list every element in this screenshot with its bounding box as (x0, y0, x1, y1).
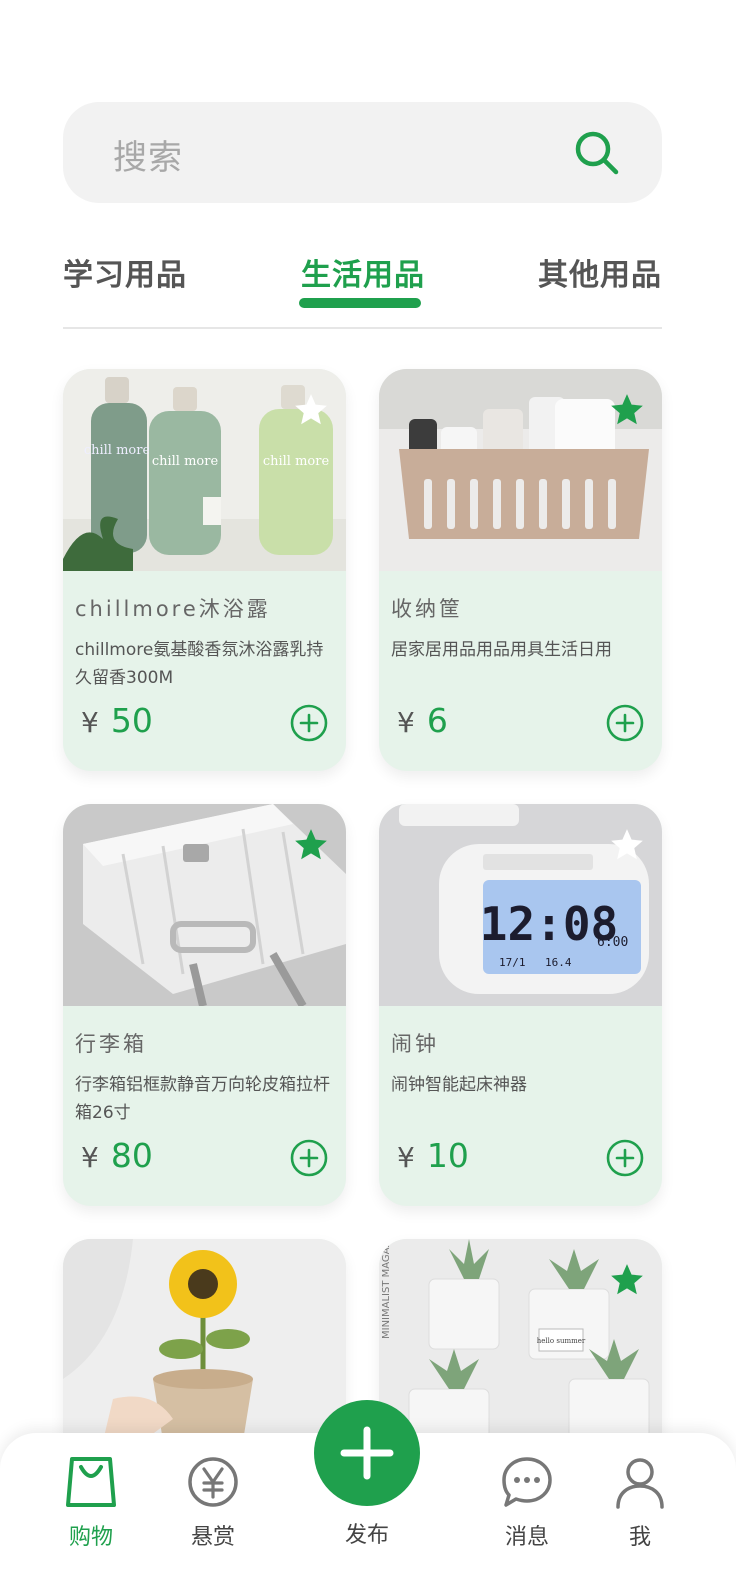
svg-text:chill more: chill more (263, 454, 330, 469)
add-to-cart-icon[interactable] (606, 704, 644, 742)
nav-label-publish: 发布 (344, 1523, 389, 1548)
shopping-bag-icon (66, 1457, 116, 1507)
product-card[interactable]: 收纳筐 居家居用品用品用具生活日用 ¥6 (379, 369, 662, 771)
favorite-star-icon[interactable] (608, 391, 646, 429)
svg-text:chill more: chill more (84, 443, 151, 458)
chat-bubble-icon (502, 1457, 552, 1507)
price-value: 6 (426, 701, 448, 740)
svg-text:hello summer: hello summer (537, 1337, 586, 1345)
tab-daily-supplies[interactable]: 生活用品 (301, 250, 425, 294)
svg-text:MINIMALIST MAGAZINE: MINIMALIST MAGAZINE (381, 1239, 392, 1339)
currency-symbol: ¥ (397, 706, 415, 739)
tab-other-supplies[interactable]: 其他用品 (538, 250, 662, 294)
product-description: 闹钟智能起床神器 (391, 1075, 527, 1095)
product-description: chillmore氨基酸香氛沐浴露乳持久留香300M (75, 640, 324, 688)
product-title: 闹钟 (391, 1032, 439, 1056)
product-price: ¥50 (81, 701, 153, 740)
product-title: 收纳筐 (391, 597, 463, 621)
search-icon[interactable] (572, 128, 622, 178)
product-image (63, 1239, 346, 1441)
product-title: 行李箱 (75, 1032, 147, 1056)
publish-button[interactable] (314, 1400, 420, 1506)
product-card[interactable]: 行李箱 行李箱铝框款静音万向轮皮箱拉杆箱26寸 ¥80 (63, 804, 346, 1206)
product-title: chillmore沐浴露 (75, 597, 271, 621)
nav-bounty[interactable]: 悬赏 (163, 1455, 263, 1551)
svg-text:17/1: 17/1 (499, 956, 526, 969)
product-price: ¥80 (81, 1136, 153, 1175)
svg-text:chill more: chill more (152, 454, 219, 469)
nav-label: 我 (628, 1525, 651, 1550)
add-to-cart-icon[interactable] (290, 704, 328, 742)
currency-symbol: ¥ (397, 1141, 415, 1174)
svg-text:16.4: 16.4 (545, 956, 572, 969)
search-placeholder: 搜索 (113, 138, 183, 178)
product-card[interactable]: 12:08 17/1 16.4 6:00 闹钟 闹钟智能起床神器 ¥10 (379, 804, 662, 1206)
product-description: 居家居用品用品用具生活日用 (391, 640, 612, 660)
add-to-cart-icon[interactable] (606, 1139, 644, 1177)
price-value: 80 (110, 1136, 153, 1175)
category-tabs: 学习用品 生活用品 其他用品 (63, 245, 662, 329)
tab-study-supplies[interactable]: 学习用品 (63, 250, 187, 294)
svg-text:6:00: 6:00 (597, 935, 628, 950)
product-card[interactable]: chill more chill more chill more chillmo… (63, 369, 346, 771)
favorite-star-icon[interactable] (292, 391, 330, 429)
add-to-cart-icon[interactable] (290, 1139, 328, 1177)
nav-messages[interactable]: 消息 (477, 1455, 577, 1551)
currency-symbol: ¥ (81, 1141, 99, 1174)
favorite-star-icon[interactable] (292, 826, 330, 864)
plus-icon (340, 1426, 394, 1480)
currency-symbol: ¥ (81, 706, 99, 739)
search-bar[interactable]: 搜索 (63, 102, 662, 203)
price-value: 50 (110, 701, 153, 740)
product-price: ¥10 (397, 1136, 469, 1175)
nav-label: 悬赏 (190, 1525, 235, 1550)
nav-me[interactable]: 我 (590, 1455, 690, 1551)
active-tab-indicator (299, 298, 421, 308)
nav-label: 消息 (504, 1525, 549, 1550)
favorite-star-icon[interactable] (608, 1261, 646, 1299)
nav-label: 购物 (68, 1525, 113, 1550)
yuan-coin-icon (188, 1457, 238, 1507)
favorite-star-icon[interactable] (608, 826, 646, 864)
nav-shopping[interactable]: 购物 (41, 1455, 141, 1551)
user-icon (616, 1458, 664, 1509)
product-description: 行李箱铝框款静音万向轮皮箱拉杆箱26寸 (75, 1075, 330, 1123)
product-price: ¥6 (397, 701, 448, 740)
price-value: 10 (426, 1136, 469, 1175)
